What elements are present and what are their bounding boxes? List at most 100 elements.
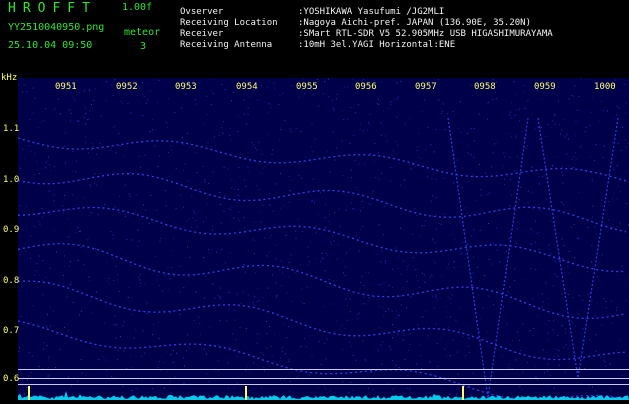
noise-speckle xyxy=(527,145,528,146)
noise-speckle xyxy=(364,303,365,304)
noise-speckle xyxy=(333,131,334,132)
noise-speckle xyxy=(147,311,148,312)
noise-speckle xyxy=(473,176,474,177)
noise-speckle xyxy=(400,185,401,186)
info-label: Receiving Antenna xyxy=(180,40,298,51)
noise-speckle xyxy=(342,141,343,142)
noise-speckle xyxy=(548,124,549,125)
noise-speckle xyxy=(54,166,55,167)
noise-speckle xyxy=(248,294,249,295)
noise-speckle xyxy=(174,276,175,277)
noise-speckle xyxy=(350,382,351,383)
noise-speckle xyxy=(538,249,539,250)
noise-speckle xyxy=(436,129,437,130)
noise-speckle xyxy=(130,355,131,356)
noise-speckle xyxy=(89,184,90,185)
noise-speckle xyxy=(130,113,131,114)
noise-speckle xyxy=(461,132,462,133)
noise-speckle xyxy=(336,148,337,149)
noise-speckle xyxy=(468,338,469,339)
noise-speckle xyxy=(397,334,398,335)
noise-speckle xyxy=(275,245,276,246)
noise-speckle xyxy=(298,175,299,176)
noise-speckle xyxy=(206,373,207,374)
noise-speckle xyxy=(249,371,250,372)
noise-speckle xyxy=(561,239,562,240)
noise-speckle xyxy=(84,117,85,118)
noise-speckle xyxy=(373,191,374,192)
noise-speckle xyxy=(405,122,406,123)
noise-speckle xyxy=(387,141,388,142)
noise-speckle xyxy=(616,310,617,311)
noise-speckle xyxy=(347,119,348,120)
noise-speckle xyxy=(312,123,313,124)
info-value: :SMart RTL-SDR V5 52.905MHz USB HIGASHIM… xyxy=(298,29,553,40)
noise-speckle xyxy=(64,195,65,196)
time-tick-label: 0959 xyxy=(534,82,556,92)
noise-speckle xyxy=(576,159,577,160)
noise-speckle xyxy=(218,370,219,371)
noise-speckle xyxy=(300,131,301,132)
noise-speckle xyxy=(93,100,94,101)
noise-speckle xyxy=(306,346,307,347)
noise-speckle xyxy=(622,375,623,376)
noise-speckle xyxy=(63,265,64,266)
noise-speckle xyxy=(145,155,146,156)
noise-speckle xyxy=(385,263,386,264)
noise-speckle xyxy=(214,298,215,299)
noise-speckle xyxy=(166,122,167,123)
noise-speckle xyxy=(153,324,154,325)
noise-speckle xyxy=(95,248,96,249)
noise-speckle xyxy=(425,282,426,283)
noise-speckle xyxy=(271,235,272,236)
noise-speckle xyxy=(447,317,448,318)
noise-speckle xyxy=(511,136,512,137)
noise-speckle xyxy=(41,208,42,209)
noise-speckle xyxy=(283,347,284,348)
noise-speckle xyxy=(289,359,290,360)
noise-speckle xyxy=(276,295,277,296)
noise-speckle xyxy=(444,349,445,350)
noise-speckle xyxy=(562,325,563,326)
noise-speckle xyxy=(45,325,46,326)
noise-speckle xyxy=(327,255,328,256)
noise-speckle xyxy=(591,112,592,113)
noise-speckle xyxy=(514,280,515,281)
station-info: Ovserver :YOSHIKAWA Yasufumi /JG2MLI Rec… xyxy=(180,7,553,51)
noise-speckle xyxy=(587,79,588,80)
noise-speckle xyxy=(489,374,490,375)
noise-speckle xyxy=(407,281,408,282)
noise-speckle xyxy=(435,324,436,325)
noise-speckle xyxy=(84,92,85,93)
noise-speckle xyxy=(47,345,48,346)
noise-speckle xyxy=(220,296,221,297)
noise-speckle xyxy=(34,226,35,227)
noise-speckle xyxy=(244,180,245,181)
noise-speckle xyxy=(325,217,326,218)
baseline-middle xyxy=(18,378,629,379)
noise-speckle xyxy=(468,152,469,153)
noise-speckle xyxy=(563,347,564,348)
noise-speckle xyxy=(563,245,564,246)
noise-speckle xyxy=(476,200,477,201)
noise-speckle xyxy=(599,177,600,178)
noise-speckle xyxy=(180,266,181,267)
noise-speckle xyxy=(150,131,151,132)
noise-speckle xyxy=(303,78,304,79)
noise-speckle xyxy=(42,294,43,295)
time-tick-label: 0952 xyxy=(116,82,138,92)
noise-speckle xyxy=(197,226,198,227)
noise-speckle xyxy=(309,375,310,376)
noise-speckle xyxy=(135,329,136,330)
noise-speckle xyxy=(275,258,276,259)
noise-speckle xyxy=(282,272,283,273)
noise-speckle xyxy=(70,121,71,122)
noise-speckle xyxy=(422,111,423,112)
noise-speckle xyxy=(369,124,370,125)
noise-speckle xyxy=(525,279,526,280)
noise-speckle xyxy=(301,302,302,303)
noise-speckle xyxy=(234,189,235,190)
noise-speckle xyxy=(98,359,99,360)
noise-speckle xyxy=(535,366,536,367)
noise-speckle xyxy=(497,250,498,251)
